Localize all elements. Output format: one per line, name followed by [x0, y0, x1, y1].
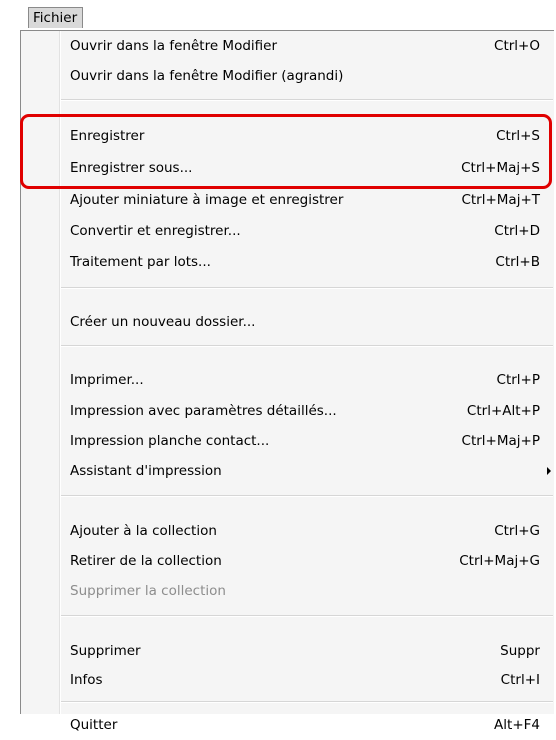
- menu-item-shortcut: Ctrl+Maj+T: [461, 192, 540, 208]
- menu-separator: [61, 99, 553, 101]
- menu-item-creer-dossier[interactable]: Créer un nouveau dossier...: [21, 307, 553, 337]
- menu-item-supprimer-collection: Supprimer la collection: [21, 576, 553, 606]
- menu-item-label: Ouvrir dans la fenêtre Modifier: [70, 38, 278, 54]
- menu-item-label: Quitter: [70, 717, 118, 733]
- menu-item-label: Imprimer...: [70, 372, 144, 388]
- menu-item-shortcut: Ctrl+I: [500, 672, 540, 688]
- menu-item-label: Infos: [70, 672, 103, 688]
- menu-item-shortcut: Ctrl+G: [494, 523, 540, 539]
- menu-item-shortcut: Ctrl+O: [494, 38, 540, 54]
- menu-item-shortcut: Ctrl+B: [495, 254, 540, 270]
- menu-item-shortcut: Alt+F4: [494, 717, 540, 733]
- menu-item-shortcut: Ctrl+P: [496, 372, 540, 388]
- menu-item-shortcut: Ctrl+Maj+P: [461, 433, 540, 449]
- menu-separator: [61, 701, 553, 703]
- menu-item-ajouter-collection[interactable]: Ajouter à la collection Ctrl+G: [21, 516, 553, 546]
- menu-item-shortcut: Ctrl+Maj+G: [459, 553, 540, 569]
- menu-item-label: Assistant d'impression: [70, 463, 222, 479]
- menu-separator: [61, 345, 553, 347]
- menu-item-label: Supprimer la collection: [70, 583, 226, 599]
- menu-item-shortcut: Ctrl+Alt+P: [466, 403, 540, 419]
- menu-item-label: Traitement par lots...: [70, 254, 211, 270]
- menu-item-convertir-enregistrer[interactable]: Convertir et enregistrer... Ctrl+D: [21, 216, 553, 246]
- menu-separator: [61, 495, 553, 497]
- menu-item-label: Ouvrir dans la fenêtre Modifier (agrandi…: [70, 68, 344, 84]
- menu-item-assistant-impression[interactable]: Assistant d'impression: [21, 456, 553, 486]
- menu-separator: [61, 287, 553, 289]
- submenu-arrow-icon: [547, 467, 551, 475]
- menu-item-label: Créer un nouveau dossier...: [70, 314, 256, 330]
- menu-item-retirer-collection[interactable]: Retirer de la collection Ctrl+Maj+G: [21, 546, 553, 576]
- menu-item-impression-parametres[interactable]: Impression avec paramètres détaillés... …: [21, 396, 553, 426]
- menu-item-traitement-par-lots[interactable]: Traitement par lots... Ctrl+B: [21, 247, 553, 277]
- menu-item-infos[interactable]: Infos Ctrl+I: [21, 665, 553, 695]
- menu-item-label: Convertir et enregistrer...: [70, 223, 241, 239]
- menu-item-shortcut: Suppr: [500, 643, 540, 659]
- menu-item-quitter[interactable]: Quitter Alt+F4: [21, 710, 553, 740]
- menu-item-label: Retirer de la collection: [70, 553, 222, 569]
- menu-separator: [61, 615, 553, 617]
- menu-item-ajouter-miniature[interactable]: Ajouter miniature à image et enregistrer…: [21, 185, 553, 215]
- menu-item-ouvrir-modifier[interactable]: Ouvrir dans la fenêtre Modifier Ctrl+O: [21, 31, 553, 61]
- menu-bar: Fichier: [0, 0, 556, 30]
- menu-item-shortcut: Ctrl+D: [494, 223, 540, 239]
- menu-item-label: Supprimer: [70, 643, 141, 659]
- menu-item-supprimer[interactable]: Supprimer Suppr: [21, 636, 553, 666]
- menu-item-label: Impression planche contact...: [70, 433, 270, 449]
- menu-item-imprimer[interactable]: Imprimer... Ctrl+P: [21, 365, 553, 395]
- red-highlight-annotation: [20, 114, 552, 189]
- menu-item-impression-planche-contact[interactable]: Impression planche contact... Ctrl+Maj+P: [21, 426, 553, 456]
- menu-item-ouvrir-modifier-agrandi[interactable]: Ouvrir dans la fenêtre Modifier (agrandi…: [21, 61, 553, 91]
- menu-fichier[interactable]: Fichier: [28, 7, 84, 28]
- menu-item-label: Impression avec paramètres détaillés...: [70, 403, 337, 419]
- menu-item-label: Ajouter à la collection: [70, 523, 217, 539]
- menu-item-label: Ajouter miniature à image et enregistrer: [70, 192, 344, 208]
